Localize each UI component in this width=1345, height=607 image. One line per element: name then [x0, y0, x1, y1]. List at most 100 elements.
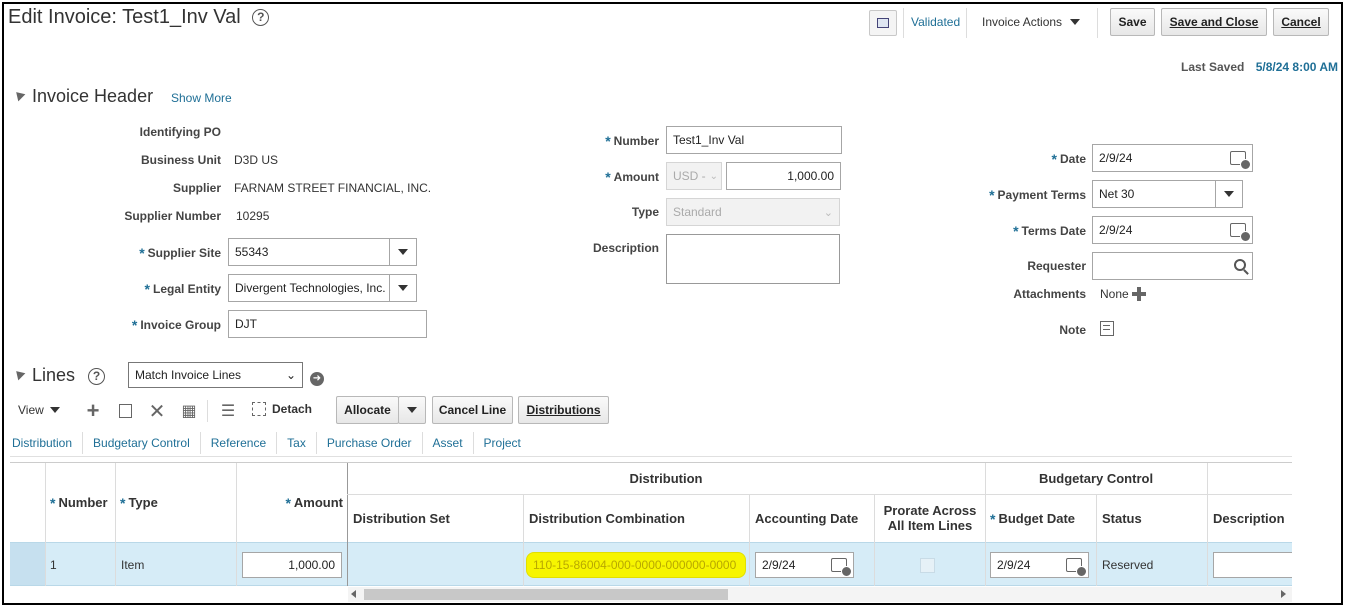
horizontal-scrollbar[interactable]	[348, 587, 1292, 602]
legal-entity-field[interactable]: Divergent Technologies, Inc.	[228, 274, 417, 302]
line-description-field[interactable]	[1213, 552, 1292, 578]
distributions-button[interactable]: Distributions	[518, 396, 609, 424]
column-header-type: * Type	[120, 495, 158, 511]
divider	[966, 8, 967, 38]
detach-button[interactable]: Detach	[252, 402, 312, 416]
allocate-button[interactable]: Allocate	[336, 396, 399, 424]
tab-tax[interactable]: Tax	[277, 432, 317, 454]
last-saved-label: Last Saved	[1181, 60, 1245, 74]
payment-terms-dropdown[interactable]	[1215, 181, 1242, 207]
chevron-down-icon	[398, 249, 408, 255]
invoice-header-title: Invoice Header	[32, 86, 154, 106]
accounting-date-field[interactable]: 2/9/24	[755, 552, 854, 578]
budget-date-field[interactable]: 2/9/24	[990, 552, 1089, 578]
scroll-right-icon[interactable]	[1281, 590, 1286, 598]
calendar-icon[interactable]	[1230, 223, 1251, 242]
match-invoice-lines-select[interactable]: Match Invoice Lines ⌄	[128, 362, 303, 388]
prorate-checkbox	[920, 558, 935, 573]
notes-icon[interactable]	[869, 10, 897, 36]
help-icon[interactable]: ?	[252, 9, 270, 27]
distribution-combination-field[interactable]: 110-15-86004-000-0000-000000-0000	[526, 552, 746, 578]
column-header-description: Description	[1213, 511, 1285, 526]
supplier-site-value: 55343	[235, 245, 269, 259]
tab-asset[interactable]: Asset	[423, 432, 474, 454]
save-and-close-button[interactable]: Save and Close	[1161, 8, 1267, 36]
cancel-line-button[interactable]: Cancel Line	[432, 396, 513, 424]
query-icon[interactable]: ▦	[180, 402, 198, 420]
row-selector[interactable]	[10, 543, 45, 585]
number-label: * Number	[605, 133, 659, 149]
collapse-icon[interactable]	[12, 367, 26, 381]
tab-reference[interactable]: Reference	[201, 432, 278, 454]
type-value: Standard	[673, 205, 722, 219]
delete-icon[interactable]: ✕	[148, 401, 166, 423]
amount-label: * Amount	[605, 169, 659, 185]
payment-terms-label: * Payment Terms	[989, 187, 1086, 203]
requester-label: Requester	[1027, 259, 1086, 273]
terms-date-field[interactable]: 2/9/24	[1092, 216, 1253, 244]
invoice-actions-menu[interactable]: Invoice Actions	[982, 15, 1081, 29]
calendar-icon[interactable]	[1230, 151, 1251, 170]
requester-field[interactable]	[1092, 252, 1253, 280]
show-more-link[interactable]: Show More	[171, 91, 232, 105]
go-arrow-icon[interactable]: ➜	[310, 372, 324, 386]
chevron-down-icon	[49, 407, 60, 413]
divider	[207, 400, 208, 422]
match-select-value: Match Invoice Lines	[135, 368, 242, 382]
line-status: Reserved	[1102, 558, 1154, 572]
note-edit-icon[interactable]	[1100, 321, 1114, 336]
validated-link[interactable]: Validated	[911, 15, 960, 29]
collapse-icon[interactable]	[12, 88, 26, 102]
filter-icon[interactable]: ☰	[219, 402, 237, 420]
legal-entity-value: Divergent Technologies, Inc.	[235, 281, 386, 295]
currency-select: USD - ⌄	[666, 162, 722, 190]
invoice-header-section[interactable]: Invoice Header	[12, 86, 154, 107]
supplier-site-label: * Supplier Site	[139, 245, 221, 261]
calendar-icon[interactable]	[831, 558, 852, 577]
lines-table: Distribution Budgetary Control * Number *…	[10, 462, 1292, 586]
description-textarea[interactable]	[666, 234, 840, 284]
line-amount-field[interactable]: 1,000.00	[242, 552, 342, 578]
add-icon[interactable]: +	[84, 398, 102, 423]
view-menu[interactable]: View	[18, 403, 60, 417]
column-header-budget-date: * Budget Date	[990, 511, 1076, 527]
supplier-site-dropdown[interactable]	[389, 239, 416, 265]
column-header-number: * Number	[50, 495, 108, 511]
divider	[903, 8, 904, 38]
column-header-distribution-set: Distribution Set	[353, 511, 450, 526]
date-field[interactable]: 2/9/24	[1092, 144, 1253, 172]
detach-icon	[252, 402, 266, 416]
allocate-dropdown[interactable]	[398, 396, 426, 424]
chevron-down-icon: ⌄	[823, 206, 833, 219]
tab-budgetary-control[interactable]: Budgetary Control	[83, 432, 201, 454]
cancel-button[interactable]: Cancel	[1273, 8, 1329, 36]
legal-entity-dropdown[interactable]	[389, 275, 416, 301]
scroll-left-icon[interactable]	[351, 590, 356, 598]
duplicate-icon[interactable]	[116, 402, 134, 420]
invoice-actions-label: Invoice Actions	[982, 15, 1063, 29]
tab-distribution[interactable]: Distribution	[10, 432, 84, 454]
payment-terms-field[interactable]: Net 30	[1092, 180, 1243, 208]
scrollbar-thumb[interactable]	[364, 589, 728, 600]
number-field[interactable]: Test1_Inv Val	[666, 126, 842, 154]
amount-field[interactable]: 1,000.00	[726, 162, 841, 190]
accounting-date-value: 2/9/24	[762, 558, 796, 572]
lines-section[interactable]: Lines ?	[12, 365, 106, 386]
help-icon[interactable]: ?	[88, 367, 106, 385]
save-button[interactable]: Save	[1110, 8, 1155, 36]
add-attachment-icon[interactable]	[1131, 286, 1147, 302]
supplier-site-field[interactable]: 55343	[228, 238, 417, 266]
identifying-po-label: Identifying PO	[139, 125, 221, 139]
calendar-icon[interactable]	[1066, 558, 1087, 577]
invoice-group-field[interactable]: DJT	[228, 310, 427, 338]
budget-date-value: 2/9/24	[997, 558, 1031, 572]
legal-entity-label: * Legal Entity	[144, 281, 221, 297]
tab-purchase-order[interactable]: Purchase Order	[317, 432, 423, 454]
type-label: Type	[631, 205, 659, 219]
note-label: Note	[1059, 323, 1086, 337]
business-unit-value: D3D US	[234, 153, 279, 167]
column-header-distribution-combination: Distribution Combination	[529, 511, 685, 526]
tab-project[interactable]: Project	[474, 432, 531, 454]
column-group-distribution: Distribution	[629, 471, 703, 486]
search-icon-handle	[1243, 269, 1249, 275]
